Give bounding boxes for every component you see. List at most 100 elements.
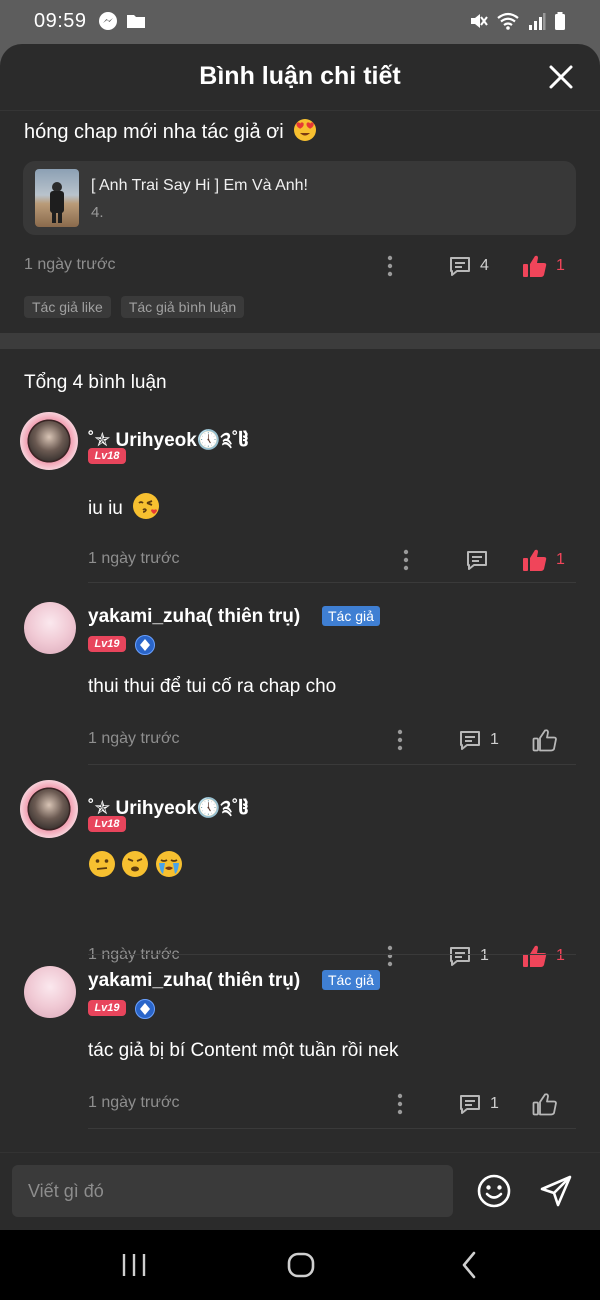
diamond-badge-icon <box>135 999 155 1019</box>
more-vertical-icon[interactable] <box>386 254 394 278</box>
like-button[interactable] <box>532 726 566 754</box>
comment-time: 1 ngày trước <box>88 1094 180 1111</box>
reply-button[interactable]: 1 <box>448 942 489 970</box>
story-thumbnail <box>35 169 79 227</box>
comment-icon <box>460 731 480 750</box>
reply-count: 4 <box>480 257 489 274</box>
thumb-up-icon <box>523 255 547 277</box>
divider <box>88 764 576 765</box>
comment-body: iu iu <box>88 498 123 519</box>
parent-comment-meta: 1 ngày trước 4 1 <box>0 252 600 282</box>
total-comments-label: Tổng 4 bình luận <box>24 372 167 393</box>
heart-eyes-emoji-icon <box>294 119 317 141</box>
comment-icon <box>467 551 487 570</box>
tag-author-liked: Tác giả like <box>24 296 111 318</box>
level-badge: Lv19 <box>88 1000 126 1016</box>
comment-icon <box>450 257 470 276</box>
mute-icon <box>471 14 488 28</box>
recents-icon[interactable] <box>119 1250 149 1280</box>
thumb-up-outline-icon <box>532 729 557 752</box>
more-vertical-icon[interactable] <box>386 944 394 968</box>
comment-time: 1 ngày trước <box>88 550 180 567</box>
username[interactable]: yakami_zuha( thiên trụ) <box>88 606 300 628</box>
avatar[interactable] <box>20 412 78 470</box>
reply-button[interactable]: 1 <box>458 1090 499 1118</box>
avatar[interactable] <box>24 602 76 654</box>
like-button[interactable]: 1 <box>522 252 565 280</box>
comment-icon <box>460 1095 480 1114</box>
like-button[interactable]: 1 <box>522 546 565 574</box>
tag-list: Tác giả like Tác giả bình luận <box>24 296 245 318</box>
sheet-header: Bình luận chi tiết <box>0 44 600 111</box>
reply-meta: 1 ngày trước 1 <box>0 1090 600 1120</box>
reply-count: 1 <box>480 947 489 964</box>
like-count: 1 <box>556 551 565 568</box>
folder-icon <box>127 15 145 28</box>
page-title: Bình luận chi tiết <box>199 62 401 90</box>
username[interactable]: yakami_zuha( thiên trụ) <box>88 970 300 992</box>
divider <box>88 582 576 583</box>
messenger-icon <box>99 12 117 30</box>
level-badge: Lv18 <box>88 448 126 464</box>
more-vertical-icon[interactable] <box>396 1092 404 1116</box>
thumb-up-outline-icon <box>532 1093 557 1116</box>
tag-author-commented: Tác giả bình luận <box>120 296 245 318</box>
reply-button[interactable]: 1 <box>458 726 499 754</box>
thumb-up-icon <box>523 549 547 571</box>
comment-time: 1 ngày trước <box>88 946 180 963</box>
author-badge: Tác giả <box>322 606 380 626</box>
comment-time: 1 ngày trước <box>88 730 180 747</box>
comment-input[interactable] <box>12 1165 453 1217</box>
section-divider <box>0 333 600 349</box>
reply-meta: 1 ngày trước 1 <box>0 546 600 576</box>
avatar[interactable] <box>20 780 78 838</box>
more-vertical-icon[interactable] <box>402 548 410 572</box>
comment-input-bar <box>0 1152 600 1230</box>
reply-meta: 1 ngày trước 1 1 <box>0 942 600 972</box>
diamond-badge-icon <box>135 635 155 655</box>
comment-text <box>88 850 183 884</box>
comment-text: thui thui để tui cố ra chap cho <box>88 676 337 697</box>
story-card[interactable]: [ Anh Trai Say Hi ] Em Và Anh! 4. <box>23 161 576 235</box>
comment-time: 1 ngày trước <box>24 256 116 273</box>
divider <box>88 1128 576 1129</box>
reply-count: 1 <box>490 731 499 748</box>
parent-comment-body: hóng chap mới nha tác giả ơi <box>24 121 284 143</box>
frown-emoji-icon <box>122 851 149 877</box>
thumb-up-icon <box>523 945 547 967</box>
divider <box>88 954 576 955</box>
comment-detail-sheet: Bình luận chi tiết hóng chap mới nha tác… <box>0 44 600 1230</box>
like-button[interactable]: 1 <box>522 942 565 970</box>
reply-meta: 1 ngày trước 1 <box>0 726 600 756</box>
like-count: 1 <box>556 947 565 964</box>
neutral-emoji-icon <box>89 851 115 877</box>
kiss-emoji-icon <box>133 493 160 519</box>
status-time: 09:59 <box>34 10 87 32</box>
more-vertical-icon[interactable] <box>396 728 404 752</box>
reply-button[interactable]: 4 <box>448 252 489 280</box>
signal-icon <box>529 13 546 30</box>
like-button[interactable] <box>532 1090 566 1118</box>
story-title: [ Anh Trai Say Hi ] Em Và Anh! <box>91 177 308 194</box>
system-nav-bar <box>0 1230 600 1300</box>
emoji-icon[interactable] <box>476 1173 512 1209</box>
author-badge: Tác giả <box>322 970 380 990</box>
battery-icon <box>555 12 565 30</box>
home-icon[interactable] <box>286 1250 316 1280</box>
comment-icon <box>450 947 470 966</box>
comment-text: tác giả bị bí Content một tuần rồi nek <box>88 1040 399 1061</box>
avatar[interactable] <box>24 966 76 1018</box>
status-bar: 09:59 <box>0 0 600 44</box>
send-icon[interactable] <box>538 1173 574 1209</box>
crying-emoji-icon <box>155 851 182 877</box>
level-badge: Lv19 <box>88 636 126 652</box>
like-count: 1 <box>556 257 565 274</box>
back-icon[interactable] <box>455 1250 485 1280</box>
story-chapter: 4. <box>91 204 104 221</box>
reply-count: 1 <box>490 1095 499 1112</box>
comment-text: iu iu <box>88 492 160 520</box>
reply-button[interactable] <box>465 546 497 574</box>
close-icon[interactable] <box>548 64 574 90</box>
parent-comment-text: hóng chap mới nha tác giả ơi <box>24 118 317 144</box>
level-badge: Lv18 <box>88 816 126 832</box>
